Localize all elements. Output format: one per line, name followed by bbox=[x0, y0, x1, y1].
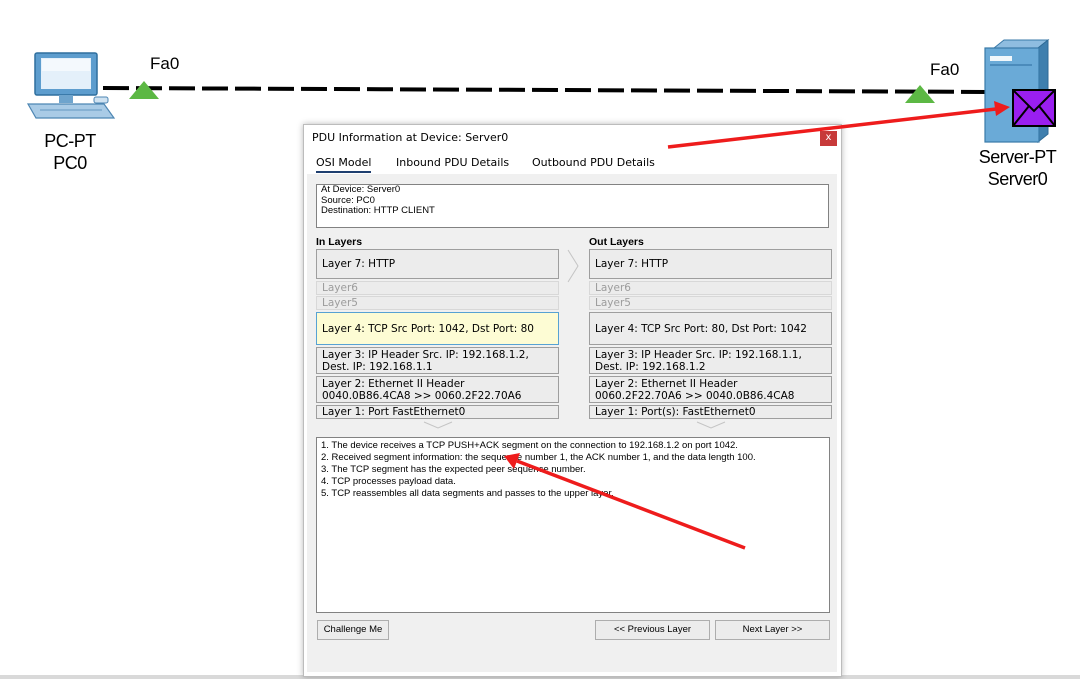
out-layer-4[interactable]: Layer 4: TCP Src Port: 80, Dst Port: 104… bbox=[589, 312, 832, 345]
step-item: 1. The device receives a TCP PUSH+ACK se… bbox=[321, 440, 738, 451]
out-layer-1[interactable]: Layer 1: Port(s): FastEthernet0 bbox=[589, 405, 832, 419]
out-layer-7-label: Layer 7: HTTP bbox=[595, 258, 669, 270]
in-layers-heading: In Layers bbox=[316, 236, 363, 248]
server-type-label: Server-PT bbox=[978, 147, 1057, 167]
out-layer-6-label: Layer6 bbox=[595, 282, 631, 294]
out-layer-2[interactable]: Layer 2: Ethernet II Header 0060.2F22.70… bbox=[589, 376, 832, 403]
step-item: 2. Received segment information: the seq… bbox=[321, 452, 756, 463]
in-layer-3-line1: Layer 3: IP Header Src. IP: 192.168.1.2, bbox=[322, 349, 529, 361]
step-item: 5. TCP reassembles all data segments and… bbox=[321, 488, 614, 499]
out-layer-2-line2: 0060.2F22.70A6 >> 0040.0B86.4CA8 bbox=[595, 390, 795, 402]
pc-name-label: PC0 bbox=[53, 153, 87, 173]
out-layer-5: Layer5 bbox=[589, 296, 832, 310]
in-layer-4-label: Layer 4: TCP Src Port: 1042, Dst Port: 8… bbox=[322, 322, 534, 335]
out-layer-3[interactable]: Layer 3: IP Header Src. IP: 192.168.1.1,… bbox=[589, 347, 832, 374]
in-layer-2[interactable]: Layer 2: Ethernet II Header 0040.0B86.4C… bbox=[316, 376, 559, 403]
server-name-label: Server0 bbox=[987, 169, 1048, 189]
tab-strip: OSI Model Inbound PDU Details Outbound P… bbox=[304, 153, 666, 173]
out-layer-3-line1: Layer 3: IP Header Src. IP: 192.168.1.1, bbox=[595, 349, 802, 361]
in-layer-3[interactable]: Layer 3: IP Header Src. IP: 192.168.1.2,… bbox=[316, 347, 559, 374]
in-layer-1[interactable]: Layer 1: Port FastEthernet0 bbox=[316, 405, 559, 419]
in-layer-6-label: Layer6 bbox=[322, 282, 358, 294]
in-layer-5: Layer5 bbox=[316, 296, 559, 310]
out-layer-1-label: Layer 1: Port(s): FastEthernet0 bbox=[595, 406, 756, 418]
in-layers-chevron-down-icon bbox=[423, 421, 453, 429]
out-layer-4-label: Layer 4: TCP Src Port: 80, Dst Port: 104… bbox=[595, 322, 807, 335]
close-button[interactable]: x bbox=[820, 131, 837, 146]
server-link-status-icon bbox=[905, 85, 935, 103]
step-item: 3. The TCP segment has the expected peer… bbox=[321, 464, 586, 475]
in-layer-3-line2: Dest. IP: 192.168.1.1 bbox=[322, 361, 433, 373]
in-layer-7[interactable]: Layer 7: HTTP bbox=[316, 249, 559, 279]
tab-inbound-pdu-details[interactable]: Inbound PDU Details bbox=[396, 156, 509, 169]
step-item: 4. TCP processes payload data. bbox=[321, 476, 456, 487]
tab-osi-model[interactable]: OSI Model bbox=[316, 156, 372, 173]
next-layer-button[interactable]: Next Layer >> bbox=[715, 620, 830, 640]
layer-steps-box: 1. The device receives a TCP PUSH+ACK se… bbox=[316, 437, 830, 613]
pdu-info-dialog: PDU Information at Device: Server0 x OSI… bbox=[303, 124, 842, 677]
in-layer-1-label: Layer 1: Port FastEthernet0 bbox=[322, 406, 466, 418]
device-info-box: At Device: Server0 Source: PC0 Destinati… bbox=[316, 184, 829, 228]
pdu-envelope-icon[interactable] bbox=[1012, 89, 1056, 127]
in-layer-7-label: Layer 7: HTTP bbox=[322, 258, 396, 270]
server-port-label: Fa0 bbox=[930, 60, 960, 79]
out-layer-5-label: Layer5 bbox=[595, 297, 631, 309]
dialog-title: PDU Information at Device: Server0 bbox=[312, 131, 509, 144]
info-destination: Destination: HTTP CLIENT bbox=[321, 205, 435, 216]
out-layer-6: Layer6 bbox=[589, 281, 832, 295]
previous-layer-button[interactable]: << Previous Layer bbox=[595, 620, 710, 640]
in-layer-2-line2: 0040.0B86.4CA8 >> 0060.2F22.70A6 bbox=[322, 390, 522, 402]
out-layers-heading: Out Layers bbox=[589, 236, 644, 248]
tab-outbound-pdu-details[interactable]: Outbound PDU Details bbox=[532, 156, 655, 169]
osi-model-panel: At Device: Server0 Source: PC0 Destinati… bbox=[307, 174, 837, 672]
in-layer-4[interactable]: Layer 4: TCP Src Port: 1042, Dst Port: 8… bbox=[316, 312, 559, 345]
out-layer-2-line1: Layer 2: Ethernet II Header bbox=[595, 378, 738, 390]
in-layer-6: Layer6 bbox=[316, 281, 559, 295]
out-layers-chevron-down-icon bbox=[696, 421, 726, 429]
out-layer-7[interactable]: Layer 7: HTTP bbox=[589, 249, 832, 279]
in-layer-5-label: Layer5 bbox=[322, 297, 358, 309]
out-layer-3-line2: Dest. IP: 192.168.1.2 bbox=[595, 361, 706, 373]
cable-link[interactable] bbox=[0, 0, 1080, 140]
challenge-me-button[interactable]: Challenge Me bbox=[317, 620, 389, 640]
pc-link-status-icon bbox=[129, 81, 159, 99]
info-device: At Device: Server0 bbox=[321, 184, 401, 195]
in-layer-2-line1: Layer 2: Ethernet II Header bbox=[322, 378, 465, 390]
chevron-right-icon bbox=[567, 249, 579, 283]
